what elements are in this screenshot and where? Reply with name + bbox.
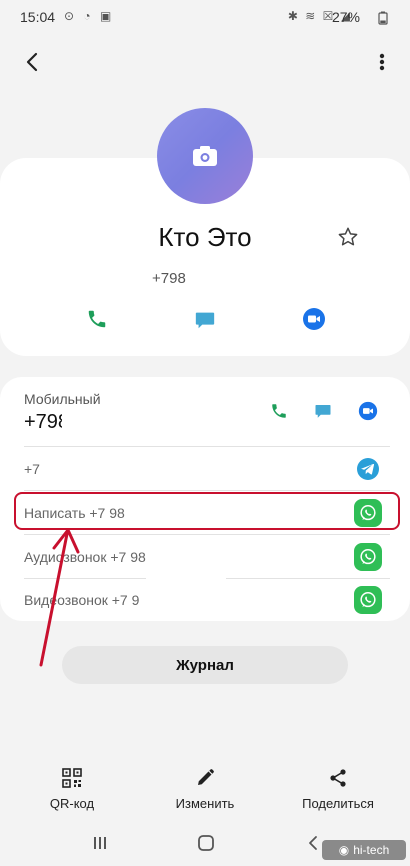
- recent-apps-icon: [94, 837, 106, 849]
- whatsapp-video-button[interactable]: [354, 586, 382, 614]
- contact-number: +798: [152, 270, 186, 287]
- qr-code-icon: [62, 768, 82, 788]
- edit-button[interactable]: Изменить: [157, 768, 253, 811]
- redaction-mask: [62, 408, 166, 436]
- contact-avatar[interactable]: [157, 108, 253, 204]
- notification-icons: ⊙ ◔ ▣: [64, 9, 115, 23]
- watermark-text: hi-tech: [353, 843, 390, 857]
- home-icon: [198, 835, 214, 851]
- pencil-icon: [198, 769, 214, 785]
- divider: [24, 490, 390, 491]
- share-button[interactable]: Поделиться: [290, 768, 386, 811]
- message-icon: [315, 405, 331, 418]
- camera-icon: [193, 146, 217, 166]
- share-icon: [330, 769, 346, 787]
- battery-icon: [378, 11, 388, 25]
- qr-code-label: QR-код: [49, 796, 95, 811]
- back-arrow-icon: [26, 52, 38, 72]
- hi-tech-watermark: ◉ hi-tech: [322, 840, 406, 860]
- home-button[interactable]: [195, 833, 217, 853]
- telegram-number[interactable]: +7: [24, 461, 40, 477]
- video-icon: [303, 308, 325, 330]
- more-options-button[interactable]: [372, 48, 392, 76]
- video-icon: [358, 401, 378, 421]
- system-back-button[interactable]: [302, 833, 324, 853]
- message-icon: [195, 312, 215, 329]
- mobile-message-button[interactable]: [309, 397, 337, 425]
- whatsapp-icon: [360, 549, 376, 565]
- recent-apps-button[interactable]: [89, 833, 111, 853]
- redaction-mask: [186, 266, 268, 292]
- whatsapp-audio-button[interactable]: [354, 543, 382, 571]
- mobile-label: Мобильный: [24, 391, 101, 407]
- journal-button[interactable]: Журнал: [62, 646, 348, 684]
- message-button[interactable]: [191, 306, 219, 334]
- phone-icon: [88, 310, 106, 328]
- back-chevron-icon: [309, 836, 317, 850]
- qr-code-button[interactable]: QR-код: [24, 768, 120, 811]
- mobile-call-button[interactable]: [265, 397, 293, 425]
- status-bar: 15:04 ⊙ ◔ ▣ ✱ ≋ ☒ ◢ 27%: [0, 0, 410, 34]
- redaction-mask: [46, 455, 176, 485]
- telegram-icon: [357, 458, 379, 480]
- battery-percent: 27%: [331, 9, 360, 25]
- more-vertical-icon: [379, 53, 385, 71]
- status-time: 15:04: [20, 9, 56, 25]
- telegram-button[interactable]: [354, 455, 382, 483]
- redaction-mask: [146, 540, 226, 620]
- video-call-button[interactable]: [300, 305, 328, 333]
- call-button[interactable]: [83, 305, 111, 333]
- share-label: Поделиться: [302, 796, 374, 811]
- divider: [24, 446, 390, 447]
- back-button[interactable]: [18, 48, 46, 76]
- mobile-video-button[interactable]: [354, 397, 382, 425]
- favorite-button[interactable]: [334, 223, 362, 251]
- whatsapp-icon: [360, 592, 376, 608]
- edit-label: Изменить: [175, 796, 235, 811]
- phone-icon: [272, 404, 286, 418]
- watermark-icon: ◉: [338, 843, 350, 857]
- star-icon: [338, 227, 358, 246]
